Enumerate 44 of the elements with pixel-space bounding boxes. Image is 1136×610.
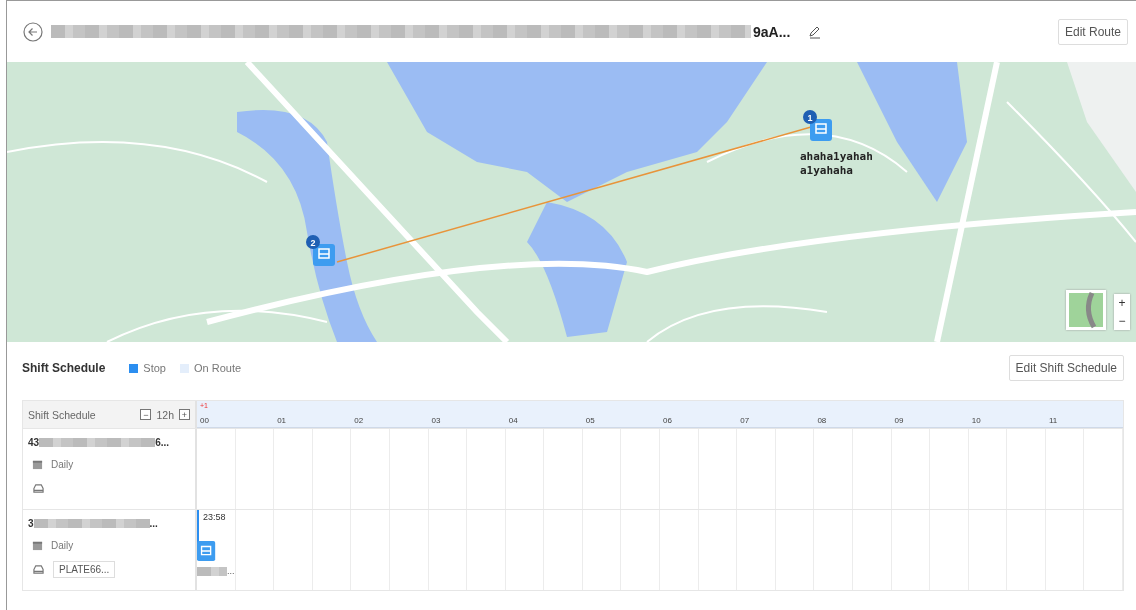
shift-name: ... [149,518,158,529]
calendar-icon [32,458,43,470]
hour-label: 04 [508,416,518,425]
zoom-level: 12h [156,408,174,421]
legend-label: Stop [143,362,166,374]
hour-label: 03 [431,416,441,425]
zoom-out-button[interactable]: − [140,409,152,420]
repeat-label: Daily [51,539,74,551]
map-layer-icon[interactable] [1066,290,1106,330]
route-title: 9aA... [753,23,791,40]
car-icon [32,563,45,575]
hour-label: 06 [663,416,672,425]
calendar-icon [32,539,43,551]
redaction-block [197,566,227,576]
stop-label: ahaha1yahah [800,150,873,163]
hour-label: 09 [894,416,904,425]
shift-name: 43 [28,437,40,448]
hour-label: 07 [740,416,750,425]
hour-label: 02 [354,416,364,425]
hour-label: 11 [1048,416,1058,425]
bus-icon[interactable] [197,540,217,562]
hour-label: 01 [277,416,287,425]
zoom-in-button[interactable]: + [179,409,190,420]
column-title: Shift Schedule [28,408,96,421]
repeat-label: Daily [51,458,74,470]
plate-tag: PLATE66... [53,560,116,578]
hour-label: 10 [971,416,981,425]
section-title: Shift Schedule [22,361,106,375]
stop-label: ... [227,566,235,576]
edit-route-button[interactable]: Edit Route [1057,18,1128,45]
stop-label: a1yahaha [800,164,853,177]
shift-name: 6... [155,437,170,448]
shift-name: 3 [28,518,34,529]
back-icon[interactable] [23,21,43,42]
zoom-out-button[interactable]: − [1114,312,1130,330]
hour-label: 00 [200,416,209,425]
stop-time: 23:58 [203,512,226,522]
legend-label: On Route [194,362,242,374]
car-icon [32,482,45,494]
edit-shift-schedule-button[interactable]: Edit Shift Schedule [1008,355,1124,381]
pencil-icon[interactable] [808,24,823,39]
hour-label: 08 [817,416,827,425]
zoom-in-button[interactable]: + [1114,294,1130,312]
hour-label: 05 [585,416,595,425]
